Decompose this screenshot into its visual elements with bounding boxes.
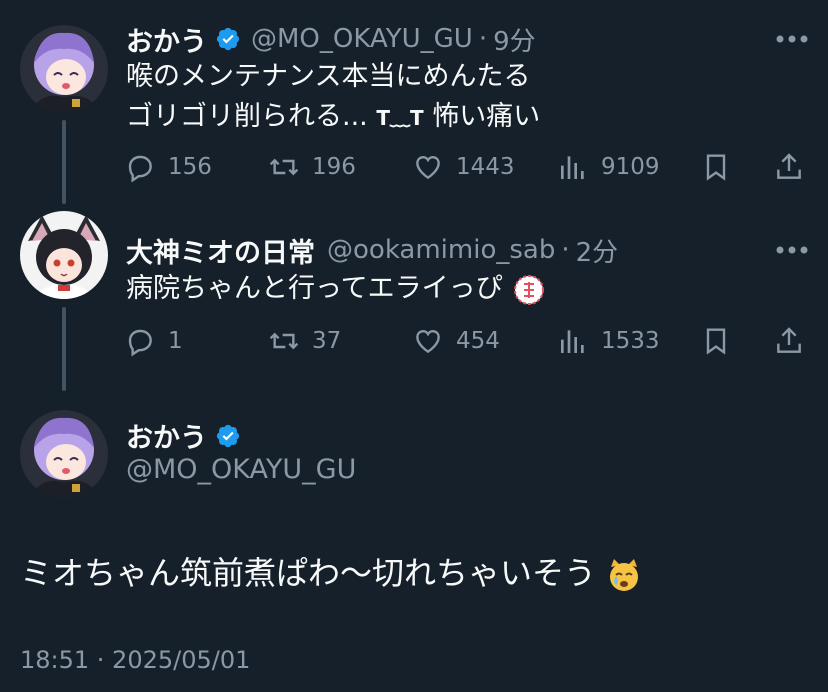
retweet-button[interactable]: 37: [268, 321, 341, 361]
retweet-icon: [269, 158, 299, 176]
tweet2-header: 大神ミオの日常 @ookamimio_sab · 2分: [126, 230, 618, 270]
tweet1-text-line1: 喉のメンテナンス本当にめんたる: [126, 61, 531, 92]
tweet2-author-name[interactable]: 大神ミオの日常: [126, 231, 315, 270]
like-button[interactable]: 1443: [412, 147, 515, 187]
reply-count: 1: [168, 328, 183, 354]
like-button[interactable]: 454: [412, 321, 500, 361]
tweet2-time[interactable]: 2分: [576, 232, 619, 269]
reply-icon: [128, 155, 152, 183]
share-icon: [777, 327, 801, 353]
main-author-name[interactable]: おかう: [126, 416, 251, 455]
tweet1-time[interactable]: 9分: [493, 21, 536, 58]
main-author-handle[interactable]: @MO_OKAYU_GU: [126, 454, 356, 485]
views-count: 9109: [601, 154, 660, 180]
verified-badge-icon: [216, 27, 240, 51]
separator-dot: ·: [478, 24, 488, 54]
tweet1-line2-prefix: ゴリゴリ削られる...: [126, 101, 377, 132]
views-icon: [561, 156, 584, 179]
tweet1-header: おかう @MO_OKAYU_GU · 9分: [126, 19, 536, 59]
tweet1-author-name[interactable]: おかう: [126, 20, 207, 59]
more-icon[interactable]: [775, 245, 809, 255]
tweet1-text-line2: ゴリゴリ削られる... T﹏T 怖い痛い: [126, 97, 540, 138]
like-icon: [416, 156, 440, 180]
retweet-count: 37: [312, 328, 342, 354]
bookmark-button[interactable]: [700, 147, 732, 187]
reply-button[interactable]: 156: [124, 147, 212, 187]
retweet-button[interactable]: 196: [268, 147, 356, 187]
separator-dot: ·: [561, 235, 570, 265]
views-icon: [561, 330, 584, 353]
share-button[interactable]: [773, 321, 805, 361]
views-button[interactable]: 1533: [557, 321, 660, 361]
like-count: 1443: [456, 154, 515, 180]
verified-badge-icon: [216, 424, 240, 447]
tweet1-handle[interactable]: @MO_OKAYU_GU: [251, 24, 473, 54]
views-button[interactable]: 9109: [557, 147, 660, 187]
avatar-mio[interactable]: [20, 211, 108, 299]
bookmark-button[interactable]: [700, 321, 732, 361]
tweet1-kaomoji: T﹏T: [376, 106, 424, 130]
retweet-count: 196: [312, 154, 356, 180]
tweet1-line2-suffix: 怖い痛い: [423, 101, 541, 132]
views-count: 1533: [601, 328, 660, 354]
main-tweet-text-body: ミオちゃん筑前煮ぱわ〜切れちゃいそう: [20, 554, 597, 592]
tweet2-actions: 1 37 454 1533: [0, 321, 828, 361]
like-count: 454: [456, 328, 500, 354]
reply-count: 156: [168, 154, 212, 180]
reply-button[interactable]: 1: [124, 321, 183, 361]
tweet1-actions: 156 196 1443 9109: [0, 147, 828, 187]
bookmark-icon: [706, 154, 726, 181]
main-author-name-text: おかう: [126, 423, 207, 454]
like-icon: [416, 330, 440, 354]
share-icon: [777, 153, 801, 179]
reply-icon: [128, 329, 152, 357]
tweet2-text: 病院ちゃんと行ってエライっぴ: [126, 269, 545, 309]
main-tweet-text: ミオちゃん筑前煮ぱわ〜切れちゃいそう: [20, 548, 642, 594]
more-icon[interactable]: [775, 34, 809, 44]
avatar-okayu[interactable]: [20, 410, 108, 498]
tweet2-handle[interactable]: @ookamimio_sab: [327, 235, 555, 265]
tweet2-text-body: 病院ちゃんと行ってエライっぴ: [126, 273, 503, 304]
bookmark-icon: [706, 328, 726, 355]
share-button[interactable]: [773, 147, 805, 187]
tweet-timestamp[interactable]: 18:51 · 2025/05/01: [20, 646, 250, 674]
avatar-okayu[interactable]: [20, 25, 108, 113]
retweet-icon: [269, 332, 299, 350]
seal-stamp-emoji: [514, 274, 545, 305]
crying-cat-emoji: [610, 559, 639, 591]
